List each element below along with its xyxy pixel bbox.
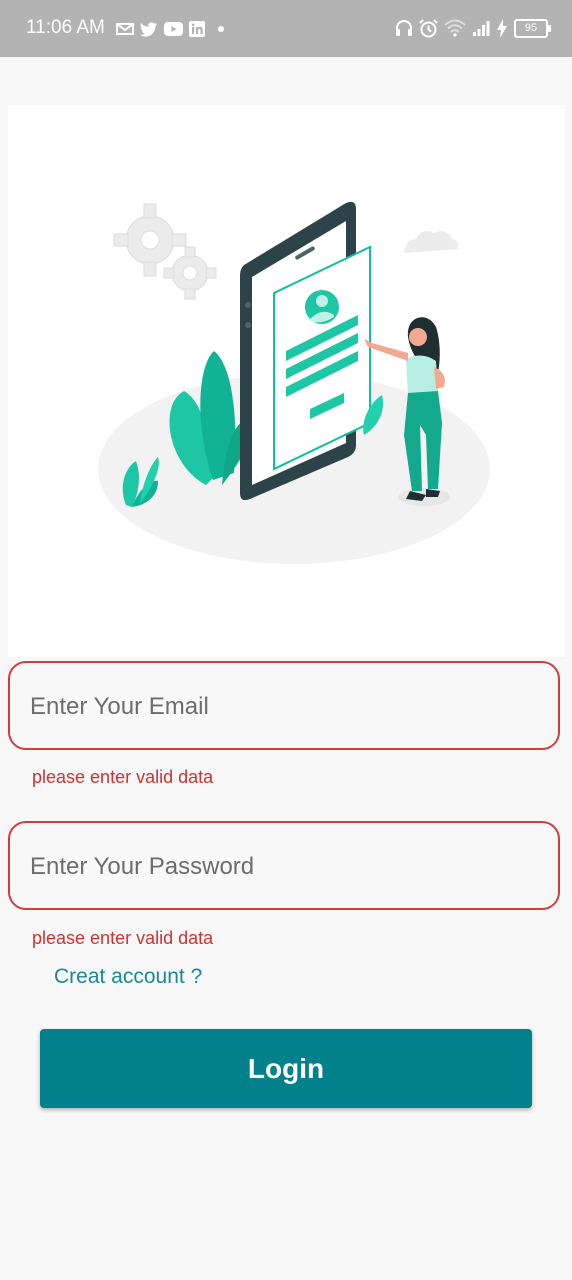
- email-error-text: please enter valid data: [32, 767, 214, 787]
- twitter-icon: [140, 21, 157, 37]
- dot-icon: [218, 26, 224, 32]
- linkedin-icon: [189, 21, 205, 37]
- status-time: 11:06 AM: [26, 17, 105, 38]
- youtube-icon: [164, 22, 183, 36]
- mail-icon: [116, 23, 134, 35]
- password-field[interactable]: [8, 821, 560, 910]
- system-icons: 95: [395, 17, 551, 39]
- headphones-icon: [396, 20, 412, 36]
- create-account-link[interactable]: Creat account ?: [54, 965, 202, 989]
- login-illustration: [8, 105, 565, 657]
- gear-icon: [163, 246, 217, 300]
- status-bar: 11:06 AM 95: [0, 0, 572, 57]
- notification-icons: [116, 19, 227, 39]
- wifi-icon: [444, 19, 466, 37]
- password-input[interactable]: [28, 823, 542, 910]
- charging-icon: [497, 18, 507, 38]
- alarm-icon: [419, 18, 438, 37]
- login-button[interactable]: Login: [40, 1029, 532, 1108]
- email-field[interactable]: [8, 661, 560, 750]
- cloud-icon: [404, 231, 459, 253]
- signal-icon: [473, 21, 490, 36]
- illustration-graphic: [98, 201, 490, 564]
- password-error-text: please enter valid data: [32, 928, 214, 948]
- battery-icon: 95: [514, 18, 551, 38]
- email-input[interactable]: [28, 663, 542, 750]
